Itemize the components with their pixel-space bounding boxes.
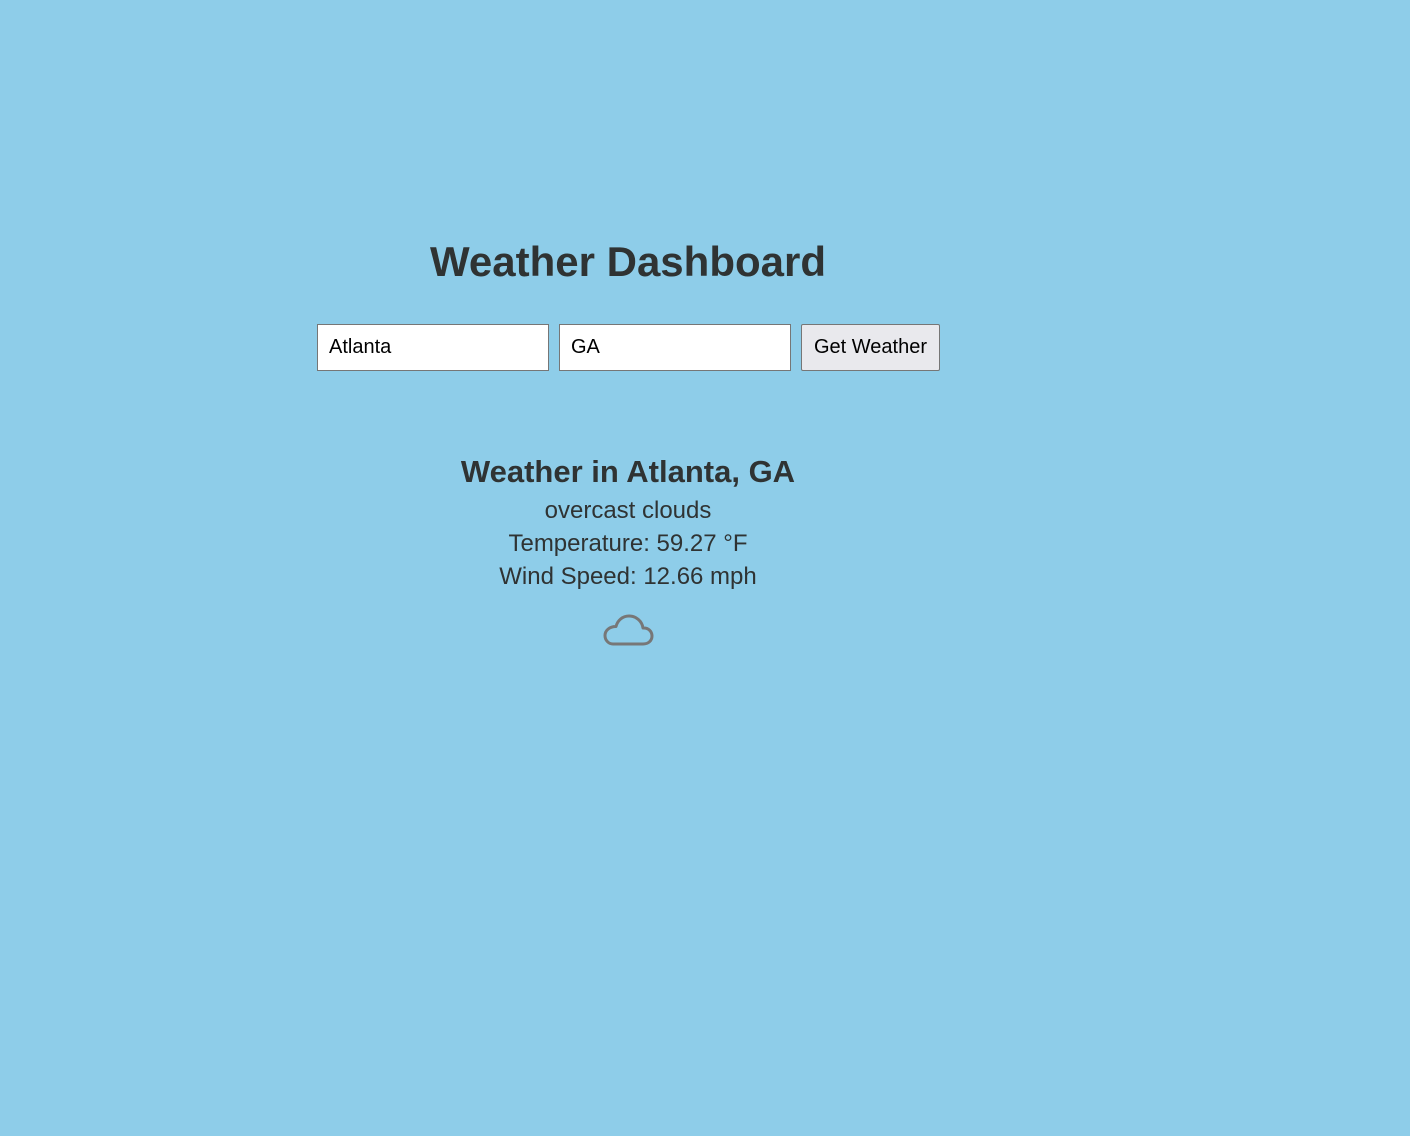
- city-input[interactable]: [317, 324, 549, 371]
- search-form: Get Weather: [317, 324, 941, 371]
- weather-result: Weather in Atlanta, GA overcast clouds T…: [0, 450, 1256, 654]
- result-heading: Weather in Atlanta, GA: [460, 454, 796, 489]
- cloud-icon: [601, 609, 655, 649]
- weather-dashboard-page: Weather Dashboard Get Weather Weather in…: [0, 0, 1410, 1136]
- weather-description: overcast clouds: [544, 497, 712, 524]
- wind-speed-text: Wind Speed: 12.66 mph: [499, 563, 757, 590]
- get-weather-button[interactable]: Get Weather: [801, 324, 941, 371]
- state-input[interactable]: [559, 324, 791, 371]
- page-title: Weather Dashboard: [430, 238, 826, 285]
- temperature-text: Temperature: 59.27 °F: [508, 530, 748, 557]
